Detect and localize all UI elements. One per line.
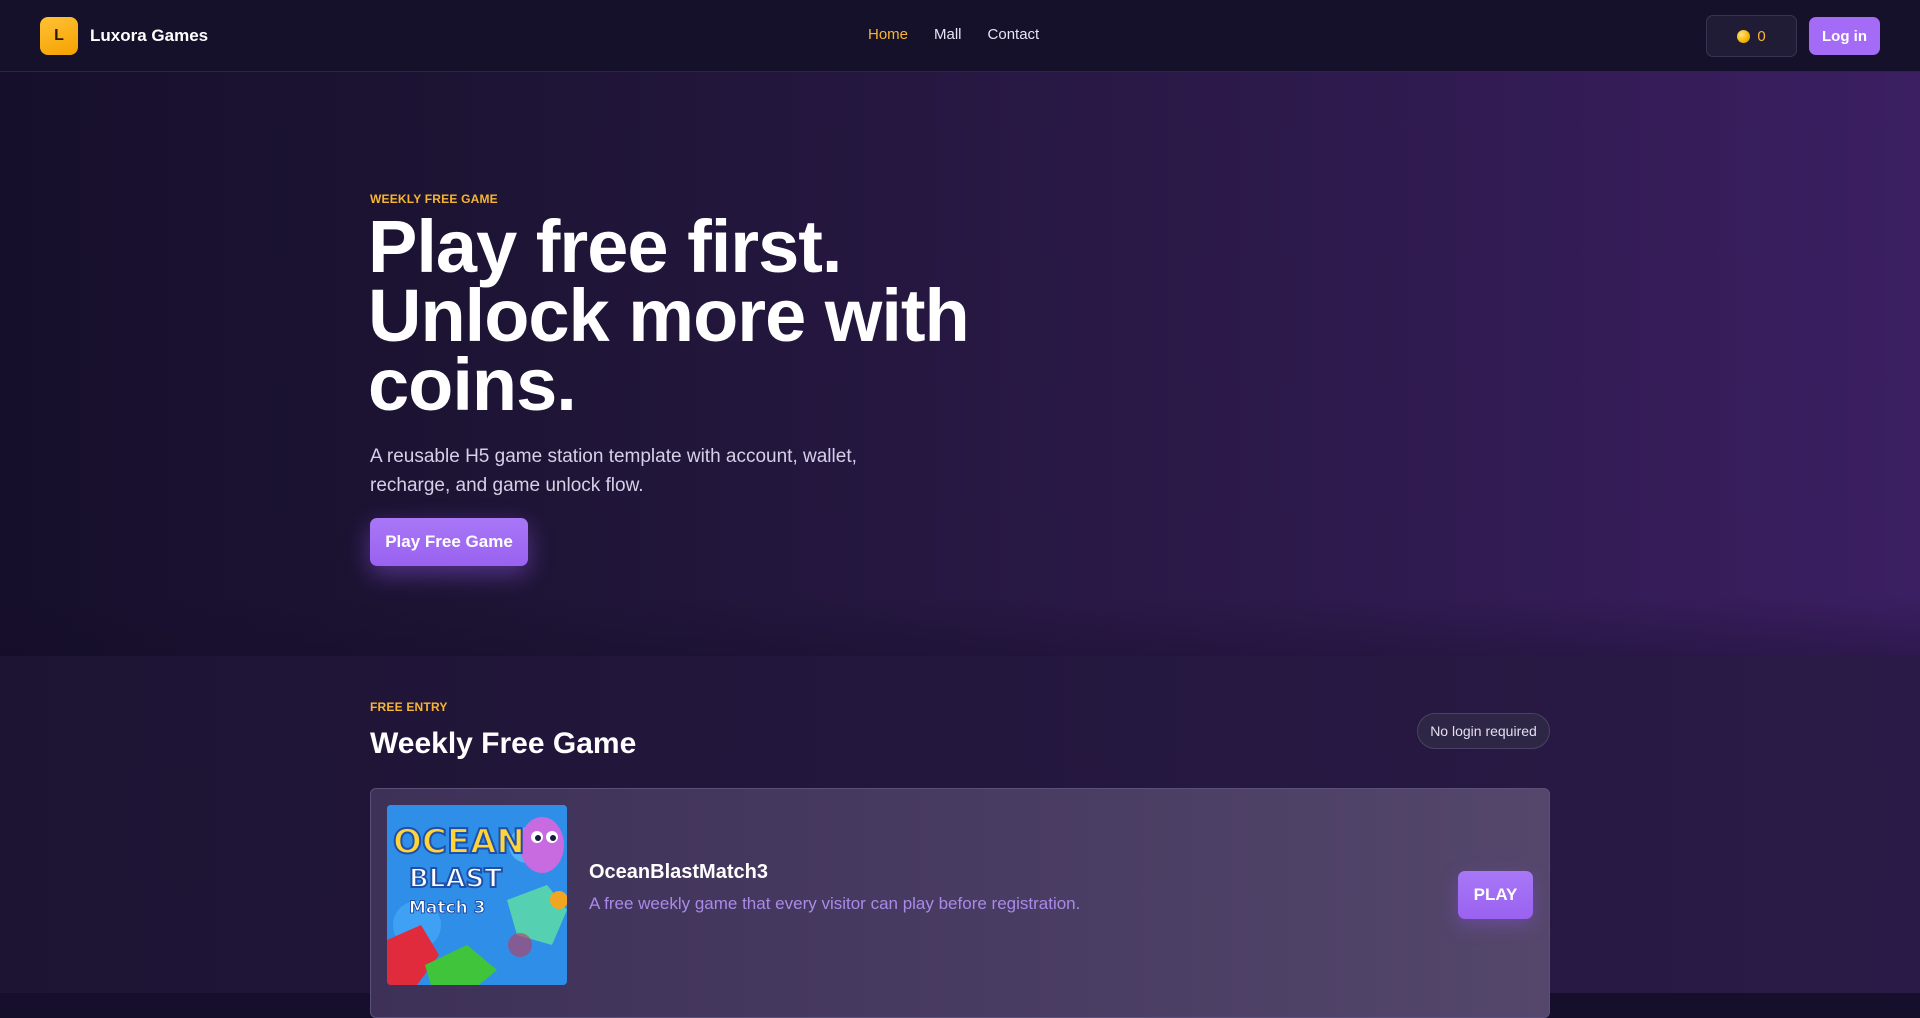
nav-item-mall[interactable]: Mall bbox=[934, 26, 962, 43]
game-thumbnail[interactable]: OCEAN BLAST Match 3 bbox=[387, 805, 567, 985]
top-header: L Luxora Games Home Mall Contact 0 Log i… bbox=[0, 0, 1920, 72]
cover-title-blast: BLAST bbox=[409, 864, 502, 894]
play-button[interactable]: PLAY bbox=[1458, 871, 1533, 919]
hero-title: Play free first. Unlock more with coins. bbox=[368, 205, 1068, 426]
nav-item-home[interactable]: Home bbox=[868, 26, 908, 43]
game-cover-art: OCEAN BLAST Match 3 bbox=[387, 805, 567, 985]
hero-eyebrow: WEEKLY FREE GAME bbox=[370, 192, 498, 206]
hero-title-line-3: coins. bbox=[368, 343, 577, 426]
no-login-badge: No login required bbox=[1417, 713, 1550, 749]
section-title: Weekly Free Game bbox=[370, 727, 637, 760]
coin-icon bbox=[1737, 29, 1751, 43]
play-free-game-button[interactable]: Play Free Game bbox=[370, 518, 528, 566]
hero-section: WEEKLY FREE GAME Play free first. Unlock… bbox=[0, 72, 1920, 656]
hero-title-line-1: Play free first. bbox=[368, 205, 842, 288]
login-button[interactable]: Log in bbox=[1809, 17, 1880, 55]
brand[interactable]: L Luxora Games bbox=[40, 17, 208, 55]
brand-logo: L bbox=[40, 17, 78, 55]
weekly-free-game-section: FREE ENTRY Weekly Free Game No login req… bbox=[0, 656, 1920, 1018]
cover-title-match3: Match 3 bbox=[409, 898, 485, 918]
brand-name: Luxora Games bbox=[90, 26, 209, 45]
hero-subtitle: A reusable H5 game station template with… bbox=[370, 446, 857, 496]
cover-title-ocean: OCEAN bbox=[393, 822, 525, 862]
wallet-balance: 0 bbox=[1757, 27, 1766, 45]
nav-item-contact[interactable]: Contact bbox=[988, 26, 1040, 43]
game-description: A free weekly game that every visitor ca… bbox=[589, 894, 1081, 913]
main-nav: Home Mall Contact bbox=[868, 26, 1039, 43]
section-eyebrow: FREE ENTRY bbox=[370, 700, 448, 714]
game-name: OceanBlastMatch3 bbox=[589, 861, 768, 883]
wallet-button[interactable]: 0 bbox=[1706, 15, 1797, 57]
hero-title-line-2: Unlock more with bbox=[368, 274, 970, 357]
game-card[interactable]: OCEAN BLAST Match 3 OceanBlastMatch3 A f… bbox=[370, 788, 1550, 1018]
